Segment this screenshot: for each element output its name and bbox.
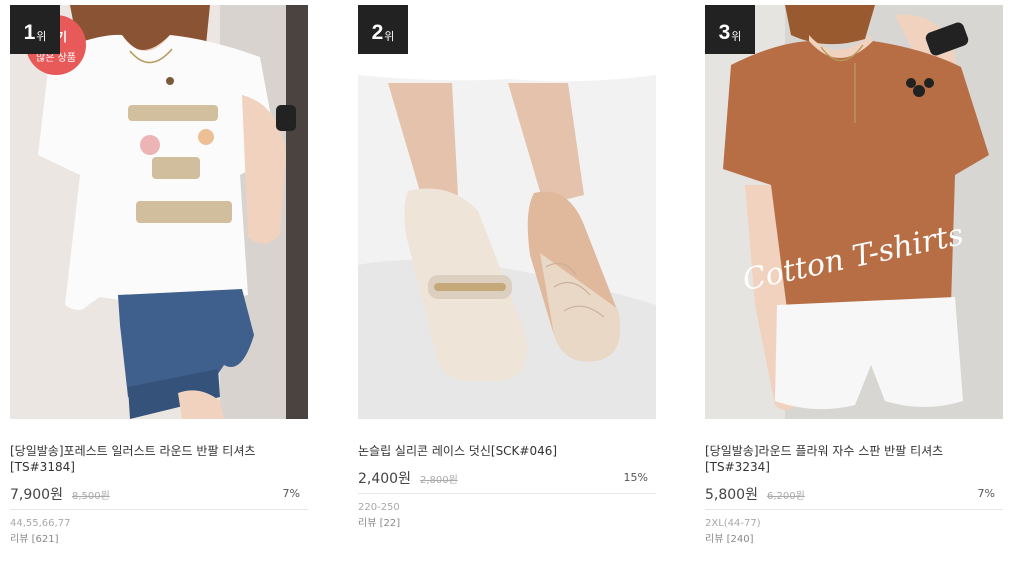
- rank-number: 3: [718, 21, 731, 44]
- divider: [705, 509, 1003, 510]
- product-title-3[interactable]: [당일발송]라운드 플라워 자수 스판 반팔 티셔츠[TS#3234]: [705, 443, 995, 475]
- original-price: 2,800원: [419, 475, 458, 486]
- product-title-1[interactable]: [당일발송]포레스트 일러스트 라운드 반팔 티셔츠 [TS#3184]: [10, 443, 300, 475]
- product-title-2[interactable]: 논슬립 실리콘 레이스 덧신[SCK#046]: [358, 443, 648, 459]
- product-card-2[interactable]: 2위 논슬립 실리콘 레이스 덧신[SCK#046] 2,400원 2,800원…: [358, 5, 656, 530]
- rank-badge-1: 1위: [10, 5, 60, 54]
- divider: [10, 509, 308, 510]
- sale-price: 2,400원: [358, 471, 411, 487]
- size-options: 220-250: [358, 502, 400, 513]
- price-row-3: 5,800원 6,200원 7%: [705, 484, 1003, 503]
- review-count[interactable]: 리뷰 [621]: [10, 534, 308, 546]
- rank-unit: 위: [36, 30, 47, 43]
- price-row-1: 7,900원 8,500원 7%: [10, 484, 308, 503]
- original-price: 8,500원: [71, 491, 110, 502]
- original-price: 6,200원: [766, 491, 805, 502]
- review-count[interactable]: 리뷰 [22]: [358, 518, 656, 530]
- rank-badge-2: 2위: [358, 5, 408, 54]
- product-image-2[interactable]: 2위: [358, 5, 656, 419]
- sale-price: 5,800원: [705, 487, 758, 503]
- size-options: 44,55,66,77: [10, 518, 71, 529]
- size-options: 2XL(44-77): [705, 518, 761, 529]
- product-card-1[interactable]: 후기 많은 상품 1위 [당일발송]포레스트 일러스트 라운드 반팔 티셔츠 […: [10, 5, 308, 546]
- rank-unit: 위: [731, 30, 742, 43]
- divider: [358, 493, 656, 494]
- product-photo-lace-socks: [358, 5, 656, 419]
- product-image-3[interactable]: Cotton T-shirts 3위: [705, 5, 1003, 419]
- discount-rate: 15%: [623, 471, 648, 484]
- sale-price: 7,900원: [10, 487, 63, 503]
- discount-rate: 7%: [282, 487, 300, 500]
- product-card-3[interactable]: Cotton T-shirts 3위 [당일발송]라운드 플라워 자수 스판 반…: [705, 5, 1003, 546]
- review-count[interactable]: 리뷰 [240]: [705, 534, 1003, 546]
- price-row-2: 2,400원 2,800원 15%: [358, 468, 656, 487]
- product-image-1[interactable]: 후기 많은 상품 1위: [10, 5, 308, 419]
- rank-number: 1: [23, 21, 36, 44]
- rank-number: 2: [371, 21, 384, 44]
- product-photo-cotton-tshirt: Cotton T-shirts: [705, 5, 1003, 419]
- rank-badge-3: 3위: [705, 5, 755, 54]
- product-photo-forest-tshirt: 후기 많은 상품: [10, 5, 308, 419]
- rank-unit: 위: [384, 30, 395, 43]
- discount-rate: 7%: [977, 487, 995, 500]
